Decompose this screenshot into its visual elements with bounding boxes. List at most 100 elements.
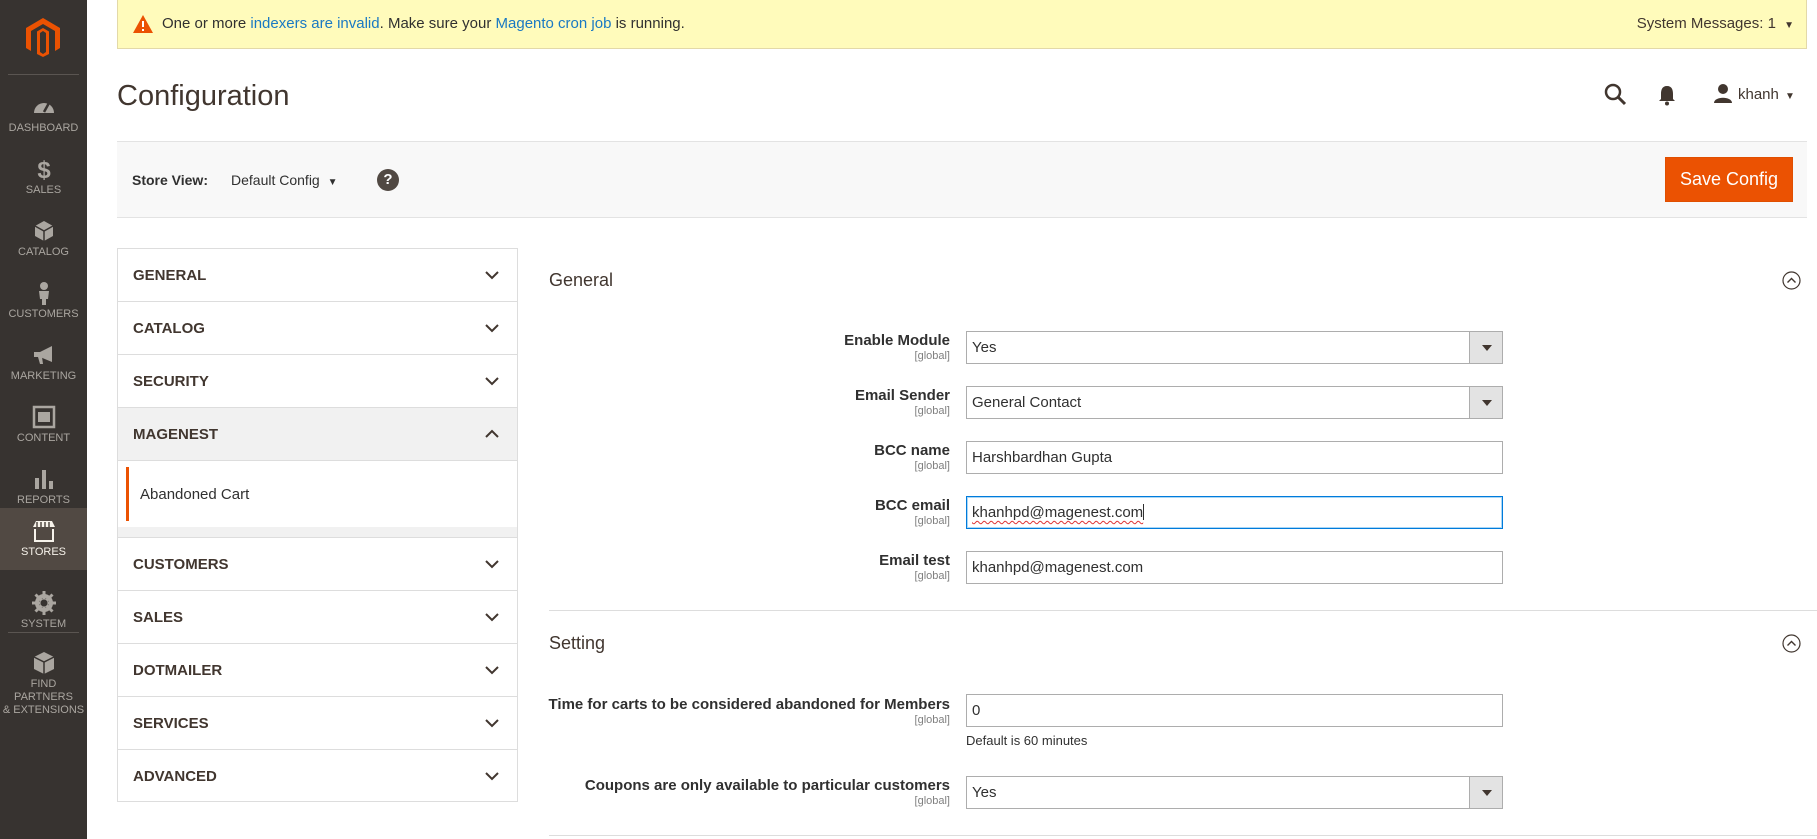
tab-label: CATALOG	[133, 320, 205, 337]
tab-sales[interactable]: SALES	[117, 590, 518, 643]
text-cursor	[1143, 504, 1145, 520]
system-messages-toggle[interactable]: System Messages: 1 ▼	[1637, 15, 1794, 32]
tab-customers[interactable]: CUSTOMERS	[117, 537, 518, 590]
section-divider	[549, 835, 1817, 836]
abandon-time-input[interactable]: 0	[966, 694, 1503, 727]
chevron-down-icon	[485, 271, 499, 280]
store-view-switcher[interactable]: Default Config ▼	[231, 172, 338, 188]
collapse-icon[interactable]	[1782, 634, 1801, 653]
search-icon[interactable]	[1603, 82, 1627, 106]
subtab-abandoned-cart[interactable]: Abandoned Cart	[126, 467, 517, 521]
scope-tag: [global]	[914, 714, 950, 726]
menu-label: DASHBOARD	[8, 122, 79, 134]
subtab-spacer	[117, 527, 518, 537]
user-menu[interactable]: khanh ▼	[1714, 83, 1795, 103]
email-test-input[interactable]: khanhpd@magenest.com	[966, 551, 1503, 584]
menu-label: & EXTENSIONS	[2, 704, 85, 716]
tab-magenest[interactable]: MAGENEST	[117, 407, 518, 460]
warning-icon	[133, 15, 153, 33]
chevron-down-icon	[485, 377, 499, 386]
section-general-title[interactable]: General	[549, 270, 613, 291]
enable-module-value: Yes	[972, 339, 997, 356]
menu-label: CONTENT	[16, 432, 71, 444]
menu-item-stores[interactable]: STORES	[0, 508, 87, 570]
tab-advanced[interactable]: ADVANCED	[117, 749, 518, 802]
tab-catalog[interactable]: CATALOG	[117, 301, 518, 354]
abandon-time-note: Default is 60 minutes	[966, 733, 1088, 748]
scope-tag: [global]	[914, 460, 950, 472]
section-divider	[549, 610, 1817, 611]
menu-item-marketing[interactable]: MARKETING	[0, 332, 87, 394]
menu-item-catalog[interactable]: CATALOG	[0, 208, 87, 270]
tab-security[interactable]: SECURITY	[117, 354, 518, 407]
menu-item-content[interactable]: CONTENT	[0, 394, 87, 456]
menu-label: SALES	[25, 184, 62, 196]
tab-services[interactable]: SERVICES	[117, 696, 518, 749]
bcc-name-label: BCC name	[874, 442, 950, 459]
notice-middle: . Make sure your	[379, 15, 496, 32]
layout-icon	[32, 405, 55, 429]
chevron-down-icon	[485, 324, 499, 333]
tab-label: SERVICES	[133, 715, 209, 732]
notice-suffix: is running.	[611, 15, 685, 32]
bcc-email-label: BCC email	[874, 497, 950, 514]
tab-label: GENERAL	[133, 267, 207, 284]
menu-divider	[8, 74, 79, 75]
tab-label: CUSTOMERS	[133, 556, 229, 573]
chevron-down-icon	[485, 560, 499, 569]
cron-job-link[interactable]: Magento cron job	[496, 15, 612, 32]
admin-menu: DASHBOARD $ SALES CATALOG CUSTOMERS MARK…	[0, 0, 87, 839]
tab-dotmailer[interactable]: DOTMAILER	[117, 643, 518, 696]
save-config-button[interactable]: Save Config	[1665, 157, 1793, 202]
abandon-time-label: Time for carts to be considered abandone…	[548, 696, 950, 713]
magenest-subtabs: Abandoned Cart	[117, 460, 518, 527]
coupons-label: Coupons are only available to particular…	[584, 777, 950, 794]
bell-icon[interactable]	[1657, 84, 1677, 106]
gear-icon	[31, 591, 56, 615]
menu-label: MARKETING	[10, 370, 77, 382]
collapse-icon[interactable]	[1782, 271, 1801, 290]
email-test-label: Email test	[879, 552, 950, 569]
menu-label: CATALOG	[18, 246, 69, 258]
user-icon	[1714, 84, 1732, 103]
menu-item-dashboard[interactable]: DASHBOARD	[0, 84, 87, 146]
box-icon	[34, 221, 53, 241]
scope-tag: [global]	[914, 350, 950, 362]
page-title: Configuration	[117, 80, 290, 112]
email-sender-select[interactable]: General Contact	[966, 386, 1503, 419]
email-sender-label: Email Sender	[854, 387, 950, 404]
section-setting-title[interactable]: Setting	[549, 633, 605, 654]
dollar-icon: $	[37, 157, 51, 182]
bcc-email-input[interactable]: khanhpd@magenest.com	[966, 496, 1503, 529]
scope-tag: [global]	[914, 405, 950, 417]
storefront-icon	[32, 521, 55, 542]
bcc-name-value: Harshbardhan Gupta	[972, 449, 1113, 466]
caret-down-icon: ▼	[327, 177, 338, 188]
system-messages-label: System Messages: 1	[1636, 15, 1776, 32]
magento-logo[interactable]	[22, 16, 64, 58]
megaphone-icon	[33, 346, 52, 364]
config-tabs: GENERAL CATALOG SECURITY MAGENEST Abando…	[117, 248, 518, 802]
dashboard-icon	[33, 102, 54, 113]
chevron-down-icon	[485, 772, 499, 781]
indexers-link[interactable]: indexers are invalid	[250, 15, 379, 32]
person-icon	[38, 282, 49, 305]
coupons-select[interactable]: Yes	[966, 776, 1503, 809]
help-icon[interactable]: ?	[377, 169, 399, 191]
subtab-label: Abandoned Cart	[140, 486, 250, 503]
scope-tag: [global]	[914, 515, 950, 527]
menu-label: FIND PARTNERS	[14, 678, 73, 703]
bcc-email-value: khanhpd@magenest.com	[972, 504, 1144, 521]
menu-divider	[8, 632, 79, 633]
select-arrow-icon	[1469, 387, 1502, 418]
chevron-down-icon	[485, 613, 499, 622]
select-arrow-icon	[1469, 777, 1502, 808]
email-test-value: khanhpd@magenest.com	[972, 559, 1144, 576]
menu-item-customers[interactable]: CUSTOMERS	[0, 270, 87, 332]
menu-item-sales[interactable]: $ SALES	[0, 146, 87, 208]
abandon-time-value: 0	[972, 702, 981, 719]
bcc-name-input[interactable]: Harshbardhan Gupta	[966, 441, 1503, 474]
enable-module-select[interactable]: Yes	[966, 331, 1503, 364]
tab-general[interactable]: GENERAL	[117, 248, 518, 301]
menu-item-find-partners[interactable]: FIND PARTNERS & EXTENSIONS	[0, 640, 87, 716]
